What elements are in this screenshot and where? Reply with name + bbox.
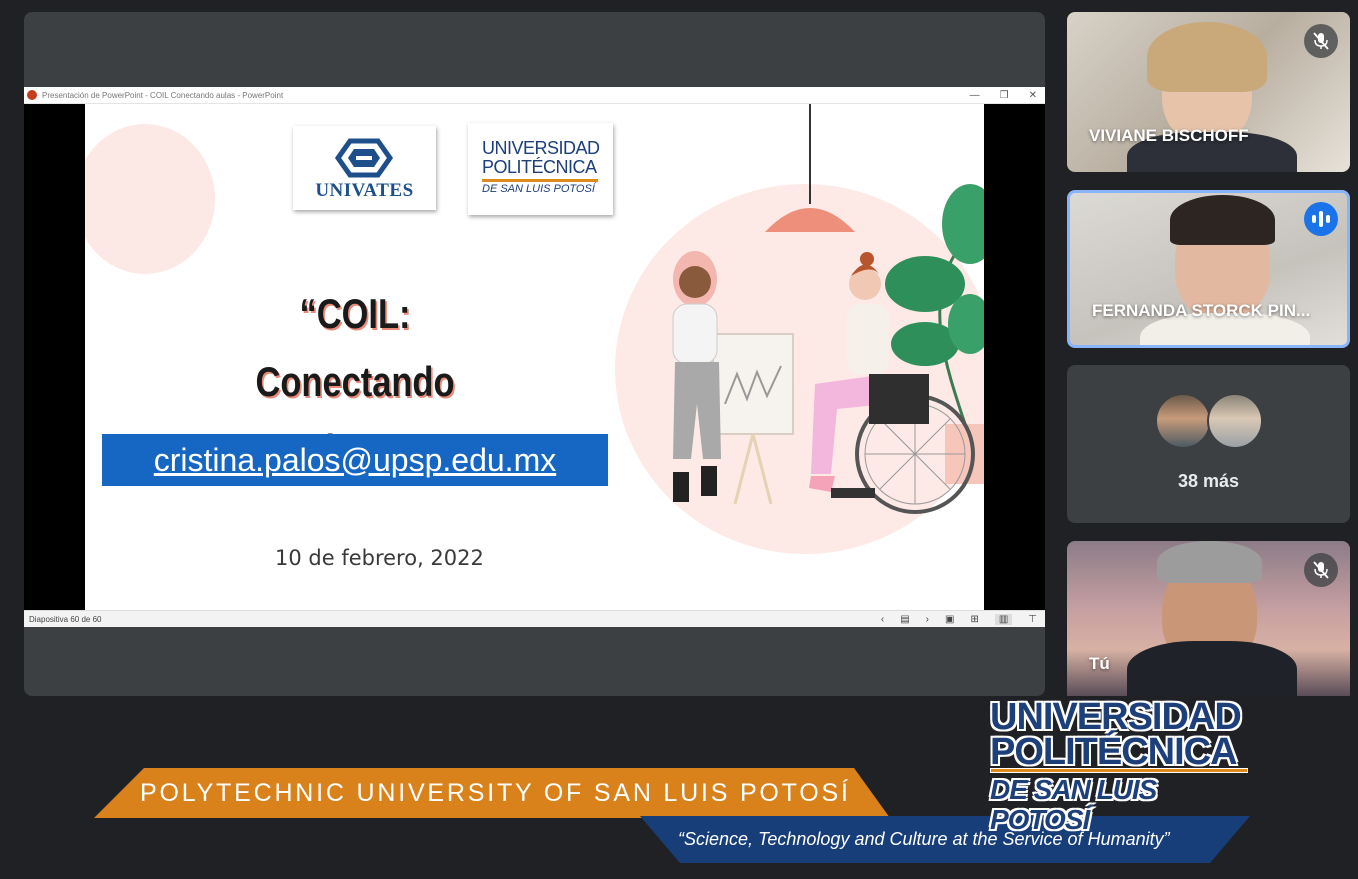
university-banner: POLYTECHNIC UNIVERSITY OF SAN LUIS POTOS… — [94, 768, 890, 818]
banner-logo-line2: POLITÉCNICA — [990, 731, 1238, 773]
univates-name: UNIVATES — [315, 180, 414, 201]
upslp-logo-line3: DE SAN LUIS POTOSÍ — [482, 183, 595, 195]
more-participants-count: 38 más — [1177, 471, 1240, 491]
mic-off-icon — [1304, 24, 1338, 58]
screen-share-area: Presentación de PowerPoint - COIL Conect… — [24, 12, 1045, 696]
upslp-logo-line2: POLITÉCNICA — [482, 157, 597, 177]
participant-name: FERNANDA STORCK PIN... — [1092, 301, 1311, 320]
mic-off-icon — [1304, 553, 1338, 587]
slide-menu-icon[interactable]: ▤ — [900, 614, 909, 625]
close-icon[interactable]: ✕ — [1029, 90, 1037, 101]
classroom-illustration — [672, 104, 984, 514]
avatar — [1155, 393, 1211, 449]
slide-counter: Diapositiva 60 de 60 — [29, 614, 102, 624]
university-name-en: POLYTECHNIC UNIVERSITY OF SAN LUIS POTOS… — [140, 778, 851, 807]
speaking-indicator-icon — [1304, 202, 1338, 236]
participant-tile-viviane[interactable]: VIVIANE BISCHOFF — [1067, 12, 1350, 172]
restore-icon[interactable]: ❐ — [1000, 90, 1009, 101]
avatar — [1207, 393, 1263, 449]
minimize-icon[interactable]: — — [970, 90, 980, 101]
decor-circle — [85, 124, 215, 274]
participant-name: Tú — [1089, 654, 1110, 673]
normal-view-icon[interactable]: ▣ — [945, 614, 954, 625]
more-participants-tile[interactable]: 38 más — [1067, 365, 1350, 523]
banner-logo-line1: UNIVERSIDAD — [990, 696, 1242, 738]
slide: UNIVATES UNIVERSIDAD POLITÉCNICA DE SAN … — [85, 104, 984, 610]
upslp-logo-line1: UNIVERSIDAD — [482, 138, 600, 158]
ppt-status-bar: Diapositiva 60 de 60 ‹ ▤ › ▣ ⊞ ▥ ⊤ — [24, 610, 1045, 627]
participant-name: VIVIANE BISCHOFF — [1089, 126, 1249, 145]
email-banner: cristina.palos@upsp.edu.mx — [102, 434, 608, 486]
ppt-title-bar: Presentación de PowerPoint - COIL Conect… — [24, 87, 1045, 104]
slide-date: 10 de febrero, 2022 — [275, 546, 484, 570]
next-slide-icon[interactable]: › — [926, 614, 929, 625]
prev-slide-icon[interactable]: ‹ — [881, 614, 884, 625]
univates-emblem-icon — [334, 138, 394, 178]
participant-tile-self[interactable]: Tú — [1067, 541, 1350, 696]
slide-viewport: UNIVATES UNIVERSIDAD POLITÉCNICA DE SAN … — [24, 104, 1045, 610]
univates-logo: UNIVATES — [293, 126, 436, 210]
upslp-logo: UNIVERSIDAD POLITÉCNICA DE SAN LUIS POTO… — [468, 123, 613, 215]
sorter-view-icon[interactable]: ⊞ — [970, 614, 978, 625]
email-link[interactable]: cristina.palos@upsp.edu.mx — [154, 442, 556, 479]
participant-tile-fernanda[interactable]: FERNANDA STORCK PIN... — [1067, 190, 1350, 348]
slideshow-icon[interactable]: ⊤ — [1028, 614, 1037, 625]
upslp-banner-logo: UNIVERSIDAD POLITÉCNICA DE SAN LUIS POTO… — [990, 696, 1255, 835]
ppt-window-title: Presentación de PowerPoint - COIL Conect… — [42, 90, 284, 100]
participant-avatars — [1155, 393, 1267, 451]
powerpoint-icon — [27, 90, 37, 100]
powerpoint-window: Presentación de PowerPoint - COIL Conect… — [24, 87, 1045, 627]
banner-logo-line3: DE SAN LUIS POTOSÍ — [990, 774, 1157, 835]
reading-view-icon[interactable]: ▥ — [994, 614, 1013, 625]
slide-title-line1: “COIL: Conectando — [255, 290, 455, 405]
